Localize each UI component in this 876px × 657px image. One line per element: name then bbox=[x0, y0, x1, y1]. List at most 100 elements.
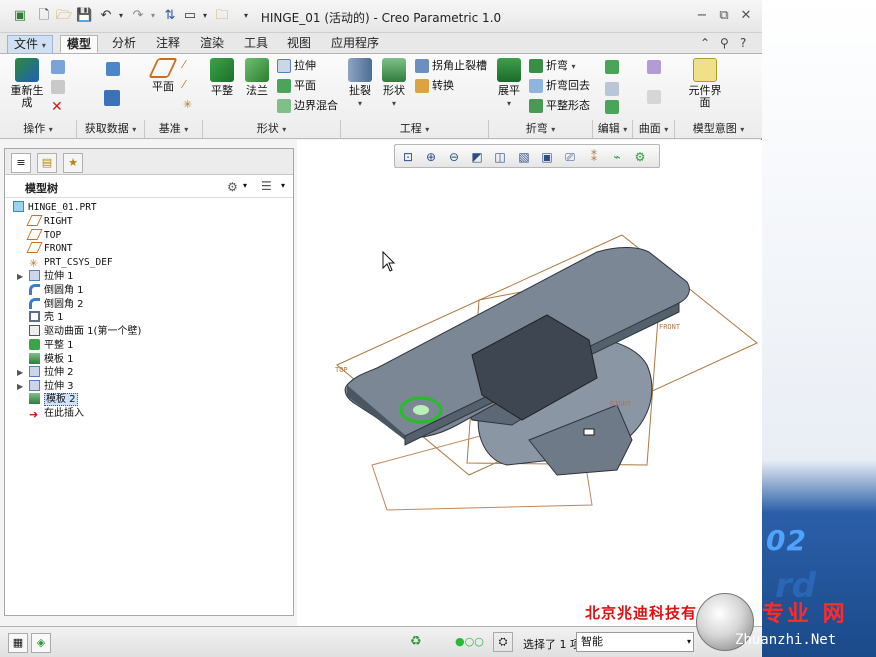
display-style-icon[interactable]: ◫ bbox=[491, 148, 509, 166]
regenerate-button[interactable]: 重新生成 bbox=[8, 58, 46, 109]
settings-icon[interactable]: ⚙ bbox=[227, 180, 238, 194]
flat-pattern-button[interactable]: 平整形态 bbox=[529, 98, 590, 114]
tree-item-right[interactable]: RIGHT bbox=[26, 215, 73, 229]
toggle-navigator-icon[interactable]: ▦ bbox=[8, 633, 28, 653]
delete-icon[interactable]: ✕ bbox=[51, 99, 63, 115]
tab-model[interactable]: 模型 bbox=[60, 35, 99, 53]
tree-item-front[interactable]: FRONT bbox=[26, 242, 73, 256]
collapse-ribbon-icon[interactable]: ⌃ bbox=[700, 36, 710, 50]
surface-style-icon[interactable] bbox=[647, 90, 661, 104]
csys-icon[interactable]: ✳ bbox=[183, 98, 192, 111]
group-edit[interactable]: 编辑 ▾ bbox=[593, 120, 633, 138]
watermark-site-cn: 专业 网 bbox=[762, 601, 848, 627]
edit-thicken-icon[interactable] bbox=[605, 100, 619, 114]
paste-icon[interactable] bbox=[51, 80, 65, 94]
copy-icon[interactable] bbox=[51, 60, 65, 74]
boundary-blend-button[interactable]: 边界混合 bbox=[277, 98, 338, 114]
tree-item-flat-1[interactable]: 平整 1 bbox=[29, 339, 74, 353]
tab-annotate[interactable]: 注释 bbox=[150, 35, 186, 53]
tab-tools[interactable]: 工具 bbox=[238, 35, 274, 53]
show-dropdown-icon[interactable]: ▾ bbox=[281, 181, 285, 190]
spin-center-icon[interactable]: ⚙ bbox=[631, 148, 649, 166]
planar-wall-button[interactable]: 平整 bbox=[205, 58, 239, 97]
tree-item-insert-here[interactable]: ➜ 在此插入 bbox=[29, 407, 84, 421]
model-tree-tab-icon[interactable]: ≡ bbox=[11, 153, 31, 173]
group-operations[interactable]: 操作 ▾ bbox=[0, 120, 77, 138]
tree-item-csys[interactable]: ✳ PRT_CSYS_DEF bbox=[29, 256, 113, 270]
tree-item-round-2[interactable]: 倒圆角 2 bbox=[29, 298, 84, 312]
group-engineering[interactable]: 工程 ▾ bbox=[341, 120, 489, 138]
show-icon[interactable]: ☰ bbox=[261, 179, 272, 193]
settings-dropdown-icon[interactable]: ▾ bbox=[243, 181, 247, 190]
selection-filter[interactable]: 智能 ▾ bbox=[576, 632, 694, 652]
unbend-icon bbox=[497, 58, 521, 82]
boundary-blend-icon bbox=[277, 99, 291, 113]
edit-offset-icon[interactable] bbox=[605, 60, 619, 74]
axis-icon[interactable]: ⁄ bbox=[183, 58, 185, 71]
tree-item-part[interactable]: HINGE_01.PRT bbox=[13, 201, 97, 215]
group-surface[interactable]: 曲面 ▾ bbox=[633, 120, 675, 138]
tab-view[interactable]: 视图 bbox=[281, 35, 317, 53]
minimize-button[interactable]: − bbox=[694, 8, 710, 24]
tree-item-shell-1[interactable]: 壳 1 bbox=[29, 311, 64, 325]
surface-fill-icon[interactable] bbox=[647, 60, 661, 74]
group-shape[interactable]: 形状 ▾ bbox=[203, 120, 341, 138]
datum-display-icon[interactable]: ⁑ bbox=[585, 148, 603, 166]
search-icon[interactable]: ⚲ bbox=[720, 36, 729, 50]
tree-item-round-1[interactable]: 倒圆角 1 bbox=[29, 284, 84, 298]
help-icon[interactable]: ? bbox=[740, 36, 746, 50]
close-button[interactable]: ✕ bbox=[738, 8, 754, 24]
repaint-icon[interactable]: ◩ bbox=[468, 148, 486, 166]
group-get-data[interactable]: 获取数据 ▾ bbox=[77, 120, 145, 138]
tab-file[interactable]: 文件 ▾ bbox=[7, 35, 53, 53]
tree-item-extrude-2[interactable]: 拉伸 2 bbox=[29, 366, 74, 380]
expand-icon[interactable]: ▶ bbox=[17, 380, 23, 394]
tab-render[interactable]: 渲染 bbox=[194, 35, 230, 53]
tree-item-top[interactable]: TOP bbox=[26, 229, 61, 243]
tree-item-driving-surface[interactable]: 驱动曲面 1(第一个壁) bbox=[29, 325, 141, 339]
perspective-icon[interactable]: ⎚ bbox=[561, 148, 579, 166]
tree-item-extrude-1[interactable]: 拉伸 1 bbox=[29, 270, 74, 284]
flange-button[interactable]: 法兰 bbox=[240, 58, 274, 97]
get-data-icon[interactable] bbox=[106, 62, 120, 76]
restore-button[interactable]: ⧉ bbox=[716, 8, 732, 24]
toggle-browser-icon[interactable]: ◈ bbox=[31, 633, 51, 653]
annotation-display-icon[interactable]: ⌁ bbox=[608, 148, 626, 166]
tree-item-template-2[interactable]: 模板 2 bbox=[29, 393, 78, 407]
rip-icon bbox=[348, 58, 372, 82]
user-defined-feature-icon[interactable] bbox=[104, 90, 120, 106]
bend-button[interactable]: 折弯 ▾ bbox=[529, 58, 576, 74]
tab-analysis[interactable]: 分析 bbox=[106, 35, 142, 53]
group-bend[interactable]: 折弯 ▾ bbox=[489, 120, 593, 138]
expand-icon[interactable]: ▶ bbox=[17, 366, 23, 380]
unbend-button[interactable]: 展平 ▾ bbox=[494, 58, 524, 110]
flat-button[interactable]: 平面 bbox=[277, 78, 316, 94]
convert-button[interactable]: 转换 bbox=[415, 78, 454, 94]
form-button[interactable]: 形状 ▾ bbox=[378, 58, 410, 110]
zoom-out-icon[interactable]: ⊖ bbox=[445, 148, 463, 166]
favorites-tab-icon[interactable]: ★ bbox=[63, 153, 83, 173]
tree-item-template-1[interactable]: 模板 1 bbox=[29, 353, 74, 367]
view-manager-icon[interactable]: ▣ bbox=[538, 148, 556, 166]
edit-merge-icon[interactable] bbox=[605, 82, 619, 96]
tab-applications[interactable]: 应用程序 bbox=[325, 35, 385, 53]
model-view[interactable]: TOP FRONT RIGHT bbox=[297, 140, 762, 626]
extrude-button[interactable]: 拉伸 bbox=[277, 58, 316, 74]
tree-item-extrude-3[interactable]: 拉伸 3 bbox=[29, 380, 74, 394]
bend-back-button[interactable]: 折弯回去 bbox=[529, 78, 590, 94]
point-icon[interactable]: ⁄ bbox=[183, 78, 185, 91]
regen-status-icon[interactable]: ♻ bbox=[410, 634, 422, 649]
find-icon[interactable]: ⛭ bbox=[493, 632, 513, 652]
group-datum[interactable]: 基准 ▾ bbox=[145, 120, 203, 138]
graphics-window[interactable]: TOP FRONT RIGHT bbox=[297, 140, 762, 626]
zoom-in-icon[interactable]: ⊕ bbox=[422, 148, 440, 166]
component-interface-button[interactable]: 元件界面 bbox=[688, 58, 722, 109]
corner-relief-button[interactable]: 拐角止裂槽 bbox=[415, 58, 487, 74]
rip-button[interactable]: 扯裂 ▾ bbox=[344, 58, 376, 110]
saved-views-icon[interactable]: ▧ bbox=[515, 148, 533, 166]
refit-icon[interactable]: ⊡ bbox=[399, 148, 417, 166]
folder-browser-tab-icon[interactable]: ▤ bbox=[37, 153, 57, 173]
group-model-intent[interactable]: 模型意图 ▾ bbox=[675, 120, 762, 138]
expand-icon[interactable]: ▶ bbox=[17, 270, 23, 284]
datum-plane-button[interactable]: 平面 bbox=[146, 58, 180, 93]
